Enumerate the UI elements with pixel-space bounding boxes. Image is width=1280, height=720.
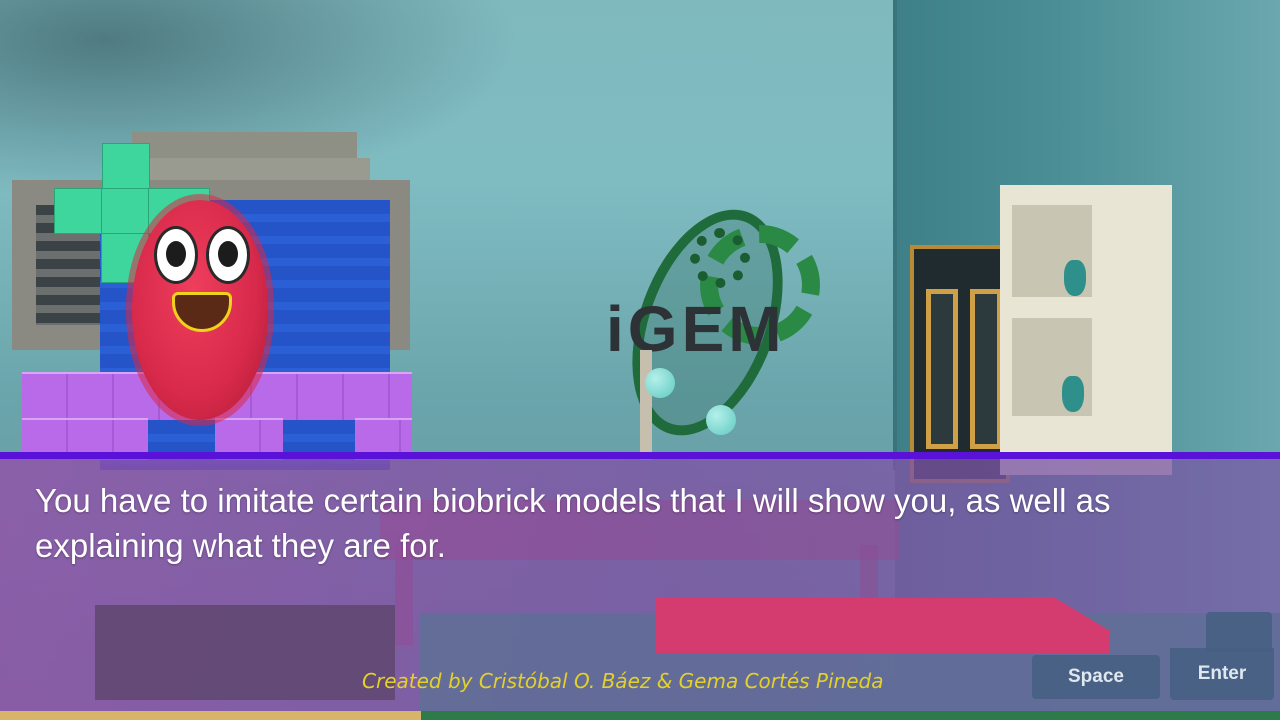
flask-stand (640, 350, 652, 460)
right-eye (206, 226, 250, 284)
wall-corner (893, 0, 897, 470)
lab-door (910, 245, 1010, 483)
bottom-strip-right (421, 711, 1280, 720)
igem-small-gear-icon (690, 228, 750, 288)
green-block-left (54, 188, 102, 234)
left-pupil (166, 241, 186, 267)
left-eye (154, 226, 198, 284)
dialog-text: You have to imitate certain biobrick mod… (35, 482, 1111, 564)
dialog-border (0, 452, 1280, 459)
door-panel-left (926, 289, 958, 449)
right-pupil (218, 241, 238, 267)
igem-logo-text: iGEM (606, 293, 786, 365)
flask-icon (645, 368, 675, 398)
space-key-button[interactable]: Space (1032, 655, 1160, 699)
bottle-icon (1062, 376, 1084, 412)
game-scene: iGEM You have to imitate certain biobric… (0, 0, 1280, 720)
enter-key-button[interactable]: Enter (1170, 648, 1274, 700)
bottle-icon (1064, 260, 1086, 296)
green-block-center (101, 188, 149, 234)
red-mat (655, 598, 1110, 653)
credits-text: Created by Cristóbal O. Báez & Gema Cort… (362, 669, 884, 693)
green-block-top (102, 143, 150, 189)
smiling-mouth (172, 292, 232, 332)
foreground-block (95, 605, 395, 700)
flask-icon (706, 405, 736, 435)
bacterium-character (132, 200, 268, 420)
bottom-strip-left (0, 711, 421, 720)
enter-key-top[interactable] (1206, 612, 1272, 652)
door-panel-right (970, 289, 1002, 449)
